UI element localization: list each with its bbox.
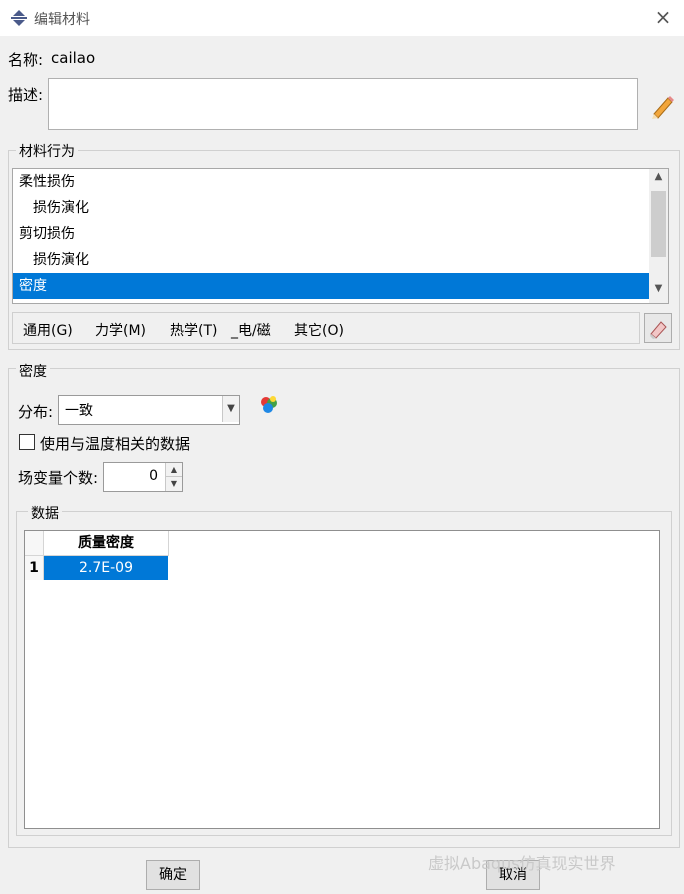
column-header-mass-density: 质量密度: [44, 531, 169, 556]
chevron-up-icon[interactable]: ▲: [649, 171, 668, 189]
temperature-dependent-checkbox[interactable]: [19, 434, 35, 450]
list-item-ductile-damage[interactable]: 柔性损伤: [13, 169, 650, 195]
list-item-shear-damage[interactable]: 剪切损伤: [13, 221, 650, 247]
list-item-damage-evolution[interactable]: 损伤演化: [13, 195, 650, 221]
behaviors-list[interactable]: 柔性损伤 损伤演化 剪切损伤 损伤演化 密度: [12, 168, 651, 304]
table-cell[interactable]: 2.7E-09: [44, 556, 168, 580]
abaqus-app-icon: [11, 10, 27, 26]
pencil-icon[interactable]: [648, 92, 676, 120]
material-behaviors-title: 材料行为: [16, 141, 78, 161]
chevron-down-icon[interactable]: ▼: [649, 283, 668, 301]
scrollbar-thumb[interactable]: [651, 191, 666, 257]
title-bar: 编辑材料 ×: [0, 0, 684, 36]
behaviors-scrollbar[interactable]: ▲ ▼: [649, 168, 669, 304]
close-button[interactable]: ×: [652, 6, 674, 28]
chevron-down-icon[interactable]: ▼: [166, 477, 182, 490]
menu-electrical-magnetic[interactable]: _电/磁: [231, 320, 271, 340]
description-field[interactable]: [48, 78, 638, 130]
field-variables-value: 0: [149, 468, 158, 484]
name-label: 名称:: [8, 51, 44, 69]
field-variables-spinner[interactable]: 0 ▲ ▼: [103, 462, 183, 492]
description-label: 描述:: [8, 86, 44, 104]
data-table[interactable]: 质量密度 1 2.7E-09: [24, 530, 660, 829]
watermark: 虚拟Abaqus仿真现实世界: [428, 854, 616, 873]
delete-behavior-button[interactable]: [644, 313, 672, 343]
behavior-menubar: 通用(G) 力学(M) 热学(T) _电/磁 其它(O): [12, 312, 640, 344]
menu-general[interactable]: 通用(G): [23, 320, 73, 340]
material-name-value: cailao: [51, 49, 96, 67]
distribution-value: 一致: [65, 403, 93, 419]
window-title: 编辑材料: [34, 12, 90, 28]
menu-thermal[interactable]: 热学(T): [170, 320, 217, 340]
spinner-buttons[interactable]: ▲ ▼: [165, 463, 182, 491]
density-title: 密度: [16, 361, 50, 381]
data-title: 数据: [28, 503, 62, 523]
distribution-label: 分布:: [18, 403, 54, 421]
menu-other[interactable]: 其它(O): [294, 320, 344, 340]
color-palette-icon[interactable]: [258, 395, 280, 415]
field-variables-label: 场变量个数:: [18, 469, 99, 487]
distribution-select[interactable]: 一致 ▼: [58, 395, 240, 425]
chevron-down-icon[interactable]: ▼: [222, 396, 239, 422]
eraser-icon: [650, 321, 667, 339]
row-header: 1: [25, 556, 44, 580]
menu-mechanical[interactable]: 力学(M): [95, 320, 146, 340]
list-item-density[interactable]: 密度: [13, 273, 650, 299]
temperature-dependent-label: 使用与温度相关的数据: [40, 435, 191, 453]
ok-button[interactable]: 确定: [146, 860, 200, 890]
list-item-damage-evolution[interactable]: 损伤演化: [13, 247, 650, 273]
chevron-up-icon[interactable]: ▲: [166, 463, 182, 477]
table-corner: [25, 531, 44, 556]
